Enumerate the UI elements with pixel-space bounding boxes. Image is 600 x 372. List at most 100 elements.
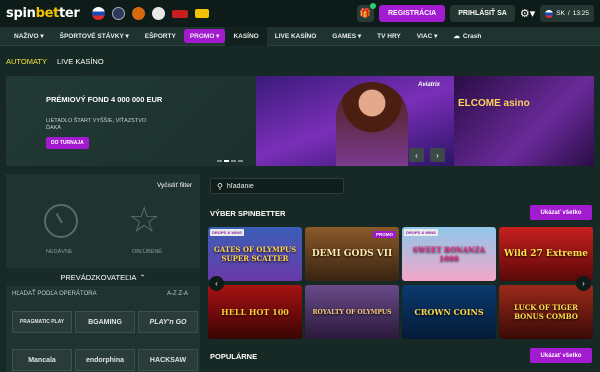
chevron-left-icon: ‹: [415, 150, 418, 160]
provider-pragmatic[interactable]: PRAGMATIC PLAY: [12, 311, 72, 333]
nav-live[interactable]: NAŽIVO ▾: [6, 27, 52, 46]
game-title: DEMI GODS VII: [311, 249, 393, 259]
gift-icon[interactable]: 🎁: [356, 3, 376, 22]
provider-mancala[interactable]: Mancala: [12, 349, 72, 371]
fast-game-icon[interactable]: [171, 9, 188, 18]
providers-title: PREVÁDZKOVATEĽIA: [60, 272, 137, 282]
game-tile[interactable]: HELL HOT 100: [208, 285, 302, 339]
language-code: SK: [556, 10, 565, 17]
registration-button[interactable]: REGISTRÁCIA: [378, 5, 446, 22]
tab-slots[interactable]: AUTOMATY: [6, 57, 47, 66]
providers-toggle[interactable]: PREVÁDZKOVATEĽIA ⌃: [6, 268, 200, 286]
nav-promo[interactable]: PROMO ▾: [183, 29, 226, 43]
promo-badge: PROMO: [372, 231, 396, 238]
chevron-left-icon: ‹: [215, 279, 218, 288]
provider-endorphina[interactable]: endorphina: [75, 349, 135, 371]
banner-next-button[interactable]: ›: [430, 148, 445, 162]
chevron-up-icon: ⌃: [139, 272, 146, 282]
slide-dot-active[interactable]: [224, 160, 229, 162]
gear-icon[interactable]: ⚙▾: [520, 7, 535, 20]
nav-games[interactable]: GAMES ▾: [324, 27, 369, 46]
nav-live-casino[interactable]: LIVE KASÍNO: [267, 27, 325, 46]
provider-hacksaw[interactable]: HACKSAW: [138, 349, 198, 371]
promo-banner[interactable]: PRÉMIOVÝ FOND 4 000 000 EUR LIETADLO ŠTA…: [6, 76, 594, 166]
banner-subtitle: LIETADLO ŠTART VYŠŠIE, VÍŤAZSTVO ĎAKÁ: [46, 118, 147, 131]
welcome-casino-text: ELCOME asino: [458, 98, 530, 109]
banner-next-slide[interactable]: [454, 76, 594, 166]
slovakia-flag-icon[interactable]: [91, 7, 105, 20]
drops-wins-badge: DROPS & WINS: [210, 229, 244, 236]
game-tile[interactable]: ROYALTY OF OLYMPUS: [305, 285, 399, 339]
chevron-right-icon: ›: [582, 279, 585, 288]
drops-wins-badge: DROPS & WINS: [404, 229, 438, 236]
game-title: ROYALTY OF OLYMPUS: [312, 308, 392, 316]
game-tile[interactable]: PROMO DEMI GODS VII: [305, 227, 399, 281]
search-icon: ⚲: [217, 181, 223, 191]
europa-league-icon[interactable]: [131, 7, 145, 20]
section-title-popular: POPULÁRNE: [210, 352, 258, 361]
clear-filter-link[interactable]: Vyčistiť filter: [157, 182, 192, 189]
clock-time: 13:25: [572, 10, 589, 17]
aviatrix-logo: Aviatrix: [418, 82, 441, 88]
game-tile[interactable]: DROPS & WINS GATES OF OLYMPUS SUPER SCAT…: [208, 227, 302, 281]
notification-dot: [369, 3, 376, 9]
logo-part-2: bet: [35, 6, 60, 21]
casino-subtabs: AUTOMATY LIVE KASÍNO: [0, 46, 600, 76]
game-tile[interactable]: Wild 27 Extreme: [499, 227, 593, 281]
sort-toggle[interactable]: A-Z Z-A: [167, 291, 188, 297]
champions-league-icon[interactable]: [111, 7, 125, 20]
operator-search[interactable]: HĽADAŤ PODĽA OPERÁTORA: [12, 291, 97, 297]
soccer-ball-icon[interactable]: [151, 7, 165, 20]
games-next-button[interactable]: ›: [576, 276, 591, 291]
game-tile[interactable]: CROWN COINS: [402, 285, 496, 339]
logo-part-1: spin: [6, 6, 36, 21]
game-title: Wild 27 Extreme: [504, 249, 588, 259]
crash-game-icon[interactable]: [194, 9, 209, 18]
section-title-spinbetter: VÝBER SPINBETTER: [210, 209, 286, 218]
time-separator: /: [567, 10, 570, 17]
game-title: LUCK OF TIGER BONUS COMBO: [514, 303, 578, 321]
game-title: SWEET BONANZA 1000: [412, 245, 486, 263]
nav-more[interactable]: VIAC ▾: [409, 27, 446, 46]
nav-casino[interactable]: KASÍNO: [225, 26, 267, 46]
slide-dot[interactable]: [217, 160, 222, 162]
slide-dot[interactable]: [231, 160, 236, 162]
top-bar: spinbetter 🎁 REGISTRÁCIA PRIHLÁSIŤ SA ⚙▾…: [0, 0, 600, 27]
provider-bgaming[interactable]: BGAMING: [75, 311, 135, 333]
tab-live-casino[interactable]: LIVE KASÍNO: [57, 57, 104, 66]
game-title: HELL HOT 100: [221, 307, 289, 317]
game-tile[interactable]: LUCK OF TIGER BONUS COMBO: [499, 285, 593, 339]
game-tile[interactable]: DROPS & WINS SWEET BONANZA 1000: [402, 227, 496, 281]
nav-esports[interactable]: EŠPORTY: [137, 27, 184, 46]
favorite-label: OBĽÚBENÉ: [132, 249, 162, 255]
slide-indicators: [217, 160, 243, 162]
nav-tv-games[interactable]: TV HRY: [369, 27, 409, 46]
slide-dot[interactable]: [238, 160, 243, 162]
banner-title: PRÉMIOVÝ FOND 4 000 000 EUR: [46, 95, 163, 104]
logo[interactable]: spinbetter: [6, 6, 80, 21]
recent-label: NEDÁVNE: [46, 249, 73, 255]
login-button[interactable]: PRIHLÁSIŤ SA: [450, 5, 515, 22]
tournament-button[interactable]: DO TURNAJA: [46, 137, 89, 149]
main-nav: NAŽIVO ▾ ŠPORTOVÉ STÁVKY ▾ EŠPORTY PROMO…: [0, 26, 600, 46]
nav-sports[interactable]: ŠPORTOVÉ STÁVKY ▾: [52, 27, 137, 46]
partner-icons: [91, 7, 209, 20]
game-title: CROWN COINS: [414, 307, 484, 317]
show-all-button[interactable]: Ukázať všetko: [530, 205, 592, 220]
game-search[interactable]: ⚲: [210, 178, 344, 194]
cloud-icon: ☁: [453, 33, 460, 40]
provider-playngo[interactable]: PLAY'n GO: [138, 311, 198, 333]
favorite-star-icon[interactable]: ☆: [128, 200, 160, 240]
banner-character-image: [336, 82, 408, 166]
recent-clock-icon[interactable]: [44, 204, 78, 238]
game-title: GATES OF OLYMPUS SUPER SCATTER: [213, 245, 297, 263]
search-input[interactable]: [226, 182, 337, 190]
language-selector[interactable]: SK / 13:25: [540, 5, 594, 22]
slovak-flag-icon: [545, 9, 554, 18]
nav-crash-label: Crash: [462, 32, 482, 40]
nav-crash[interactable]: ☁ Crash: [445, 27, 489, 46]
banner-prev-button[interactable]: ‹: [409, 148, 424, 162]
show-all-popular-button[interactable]: Ukázať všetko: [530, 348, 592, 363]
filter-sidebar: Vyčistiť filter ☆ NEDÁVNE OBĽÚBENÉ PREVÁ…: [6, 174, 200, 372]
games-prev-button[interactable]: ‹: [209, 276, 224, 291]
